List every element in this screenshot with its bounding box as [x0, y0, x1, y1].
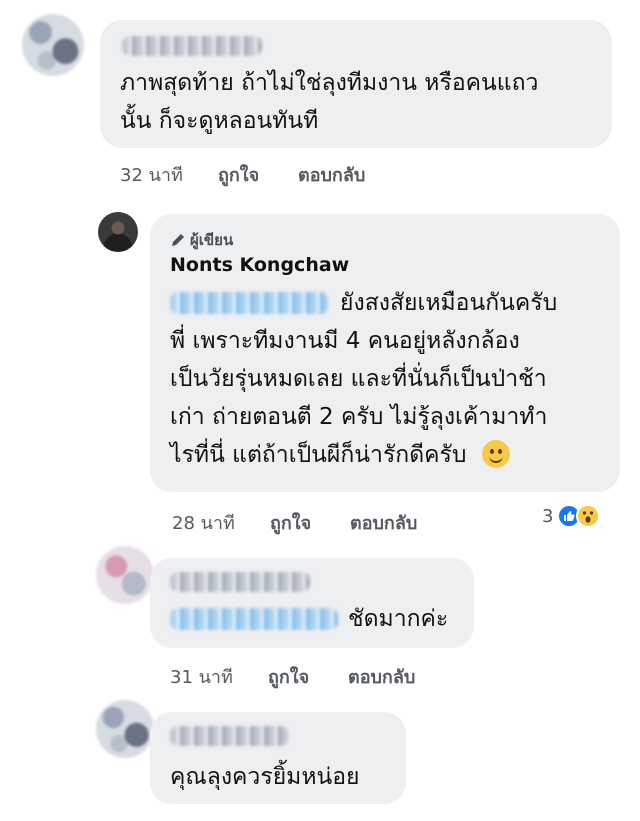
comment-text-fragment: ไรที่นี่ แต่ถ้าเป็นผีก็น่ารักดีครับ	[170, 442, 467, 468]
comment-meta: 31 นาที ถูกใจ ตอบกลับ	[170, 662, 470, 688]
comment-text-line: พี่ เพราะทีมงานมี 4 คนอยู่หลังกล้อง	[170, 328, 520, 354]
pencil-icon	[172, 234, 184, 246]
comment-text-line: คุณลุงควรยิ้มหน่อย	[170, 764, 360, 790]
author-reply-bubble: ผู้เขียน Nonts Kongchaw ยังสงสัยเหมือนกั…	[150, 214, 620, 492]
author-badge: ผู้เขียน	[170, 228, 233, 252]
commenter-avatar[interactable]	[96, 700, 154, 758]
reaction-count: 3	[542, 505, 554, 527]
comment-bubble: ภาพสุดท้าย ถ้าไม่ใช่ลุงทีมงาน หรือคนแถว …	[100, 20, 612, 148]
comment-time[interactable]: 31 นาที	[170, 662, 233, 691]
comment-text-line: ไรที่นี่ แต่ถ้าเป็นผีก็น่ารักดีครับ	[170, 436, 510, 474]
comment-text-line: ภาพสุดท้าย ถ้าไม่ใช่ลุงทีมงาน หรือคนแถว	[120, 70, 539, 96]
reply-link[interactable]: ตอบกลับ	[350, 508, 417, 537]
comment-bubble: คุณลุงควรยิ้มหน่อย	[150, 712, 406, 804]
comment-meta: 28 นาที ถูกใจ ตอบกลับ	[172, 508, 472, 534]
comment-text-line: ชัดมากค่ะ	[348, 606, 449, 632]
blurred-commenter-name[interactable]	[122, 36, 262, 56]
commenter-avatar[interactable]	[96, 546, 154, 604]
like-link[interactable]: ถูกใจ	[218, 160, 259, 189]
blurred-commenter-name[interactable]	[170, 572, 310, 592]
blurred-commenter-name[interactable]	[170, 726, 288, 746]
like-link[interactable]: ถูกใจ	[270, 508, 311, 537]
comment-text-line: เป็นวัยรุ่นหมดเลย และที่นั่นก็เป็นป่าช้า	[170, 366, 547, 392]
comment-meta: 32 นาที ถูกใจ ตอบกลับ	[120, 160, 420, 186]
comment-time[interactable]: 28 นาที	[172, 508, 235, 537]
reply-link[interactable]: ตอบกลับ	[348, 662, 415, 691]
author-name[interactable]: Nonts Kongchaw	[170, 254, 349, 276]
reply-link[interactable]: ตอบกลับ	[298, 160, 365, 189]
comment-bubble: ชัดมากค่ะ	[150, 558, 474, 648]
comment-text-line: เก่า ถ่ายตอนตี 2 ครับ ไม่รู้ลุงเค้ามาทำ	[170, 404, 548, 430]
author-avatar[interactable]	[98, 212, 138, 252]
blurred-mention[interactable]	[170, 292, 328, 314]
blurred-mention[interactable]	[170, 608, 338, 630]
comment-time[interactable]: 32 นาที	[120, 160, 183, 189]
author-badge-label: ผู้เขียน	[190, 231, 234, 249]
comment-text-line: ยังสงสัยเหมือนกันครับ	[340, 290, 558, 316]
smile-emoji	[481, 440, 510, 468]
wow-icon	[576, 504, 601, 528]
commenter-avatar[interactable]	[22, 14, 84, 76]
top-edge	[0, 0, 640, 10]
comment-text-line: นั้น ก็จะดูหลอนทันที	[120, 108, 319, 134]
reaction-summary[interactable]: 3	[542, 504, 601, 528]
like-link[interactable]: ถูกใจ	[268, 662, 309, 691]
